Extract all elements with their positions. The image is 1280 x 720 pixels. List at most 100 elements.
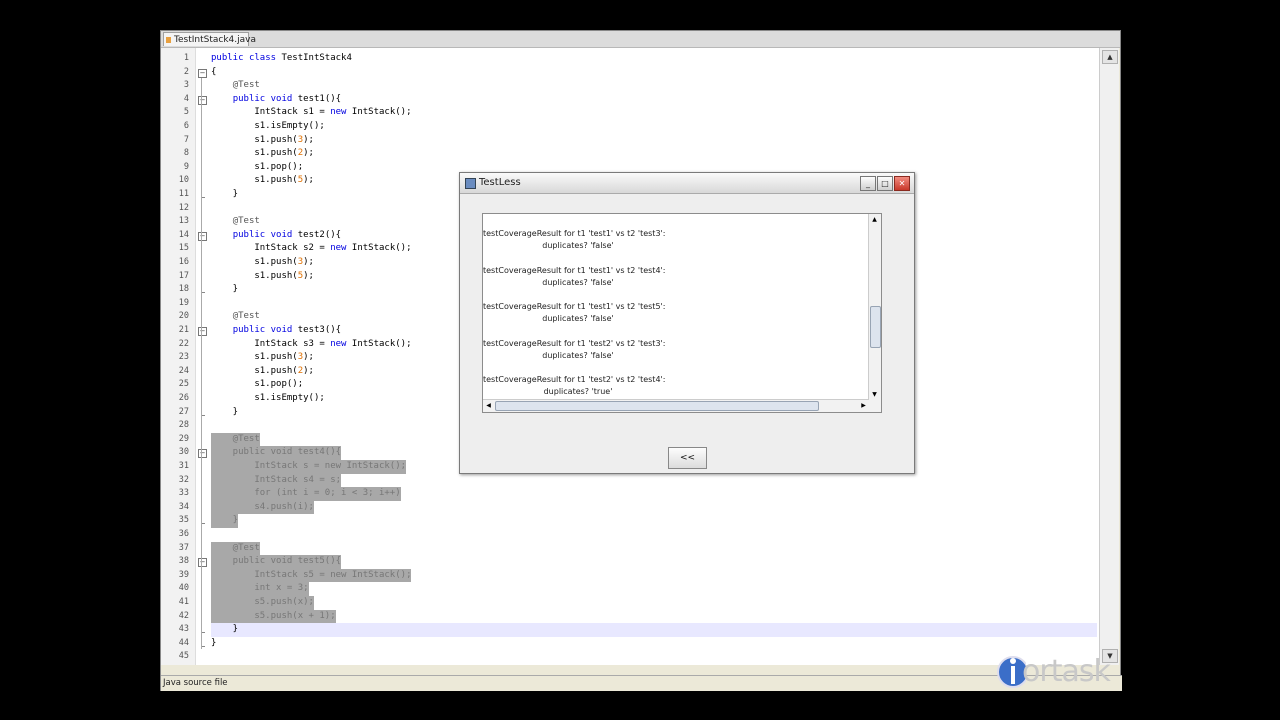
code-line[interactable]: for (int i = 0; i < 3; i++) xyxy=(211,487,401,501)
line-number: 1 xyxy=(183,53,189,63)
code-line[interactable]: s4.push(i); xyxy=(211,500,314,515)
code-line[interactable]: s1.push(2); xyxy=(211,365,314,379)
code-line[interactable]: IntStack s5 = new IntStack(); xyxy=(211,568,412,583)
line-number: 27 xyxy=(178,406,189,417)
result-duplicates-text: duplicates? 'true' xyxy=(543,387,613,396)
scroll-thumb[interactable] xyxy=(870,306,881,348)
code-line[interactable]: @Test xyxy=(211,79,260,93)
code-line[interactable]: s1.pop(); xyxy=(211,378,303,392)
line-number: 31 xyxy=(178,461,189,471)
code-line[interactable]: } xyxy=(211,283,238,297)
line-number: 39 xyxy=(178,569,189,580)
code-line[interactable]: s1.isEmpty(); xyxy=(211,392,324,406)
code-line[interactable]: IntStack s2 = new IntStack(); xyxy=(211,242,411,256)
code-line[interactable]: } xyxy=(211,406,238,420)
line-number: 30 xyxy=(178,447,189,458)
code-line[interactable]: s5.push(x); xyxy=(211,596,314,610)
result-comparison-text: testCoverageResult for t1 'test2' vs t2 … xyxy=(483,338,666,348)
results-pane[interactable]: testCoverageResult for t1 'test1' vs t2 … xyxy=(482,213,882,413)
result-entry: testCoverageResult for t1 'test2' vs t2 … xyxy=(483,374,673,398)
code-line[interactable]: s5.push(x + 1); xyxy=(211,609,336,624)
line-number: 26 xyxy=(178,393,189,403)
result-duplicates-text: duplicates? 'false' xyxy=(542,350,614,360)
line-number: 21 xyxy=(178,325,189,335)
line-number: 5 xyxy=(183,107,189,118)
line-number: 28 xyxy=(178,420,189,431)
line-number: 19 xyxy=(178,297,189,308)
code-line[interactable]: s1.push(3); xyxy=(211,351,314,365)
dialog-title-bar[interactable]: TestLess _ □ ✕ xyxy=(460,173,914,194)
line-number: 22 xyxy=(178,338,189,349)
code-line[interactable]: s1.push(2); xyxy=(211,147,314,161)
status-text: Java source file xyxy=(163,678,228,688)
code-line[interactable]: public void test3(){ xyxy=(211,324,341,338)
fold-toggle-icon[interactable]: − xyxy=(198,68,207,78)
close-icon[interactable]: ✕ xyxy=(894,176,910,191)
results-horizontal-scrollbar[interactable]: ◀ ▶ xyxy=(483,399,869,412)
code-line[interactable]: s1.push(5); xyxy=(211,270,314,284)
code-line[interactable]: public void test1(){ xyxy=(211,93,341,107)
code-line[interactable]: } xyxy=(211,188,238,202)
line-number: 45 xyxy=(178,651,189,662)
line-number: 15 xyxy=(178,243,189,254)
scroll-right-arrow-icon[interactable]: ▶ xyxy=(859,401,868,410)
fold-guide-line xyxy=(201,77,202,649)
code-line[interactable]: public class TestIntStack4 xyxy=(211,52,352,66)
fold-toggle-icon[interactable]: − xyxy=(198,558,207,568)
code-line[interactable]: public void test4(){ xyxy=(211,446,342,460)
code-line[interactable]: @Test xyxy=(211,215,260,229)
code-line[interactable]: } xyxy=(211,514,239,528)
code-line[interactable]: int x = 3; xyxy=(211,582,309,596)
fold-toggle-icon[interactable]: − xyxy=(198,327,207,336)
code-line[interactable]: IntStack s1 = new IntStack(); xyxy=(211,106,411,120)
fold-toggle-icon[interactable]: − xyxy=(198,449,207,459)
code-line[interactable]: IntStack s3 = new IntStack(); xyxy=(211,338,411,352)
line-number: 35 xyxy=(178,515,189,526)
code-line[interactable]: @Test xyxy=(211,310,260,324)
code-line[interactable]: } xyxy=(211,637,216,651)
code-line[interactable]: IntStack s4 = s; xyxy=(211,473,342,488)
line-number: 16 xyxy=(178,257,189,267)
result-duplicates-text: duplicates? 'false' xyxy=(542,314,614,323)
editor-tab[interactable]: TestIntStack4.java xyxy=(163,32,256,46)
scroll-left-arrow-icon[interactable]: ◀ xyxy=(484,401,493,410)
maximize-icon[interactable]: □ xyxy=(877,176,893,191)
back-button[interactable]: << xyxy=(668,447,707,469)
results-vertical-scrollbar[interactable]: ▲ ▼ xyxy=(868,214,881,412)
line-number: 12 xyxy=(178,202,189,213)
code-line[interactable]: @Test xyxy=(211,432,260,447)
fold-toggle-icon[interactable]: − xyxy=(198,95,207,105)
line-number: 11 xyxy=(178,189,189,199)
line-number: 43 xyxy=(178,624,189,635)
line-number: 10 xyxy=(178,175,189,186)
line-number: 24 xyxy=(178,365,189,376)
result-comparison-text: testCoverageResult for t1 'test1' vs t2 … xyxy=(483,302,666,311)
code-line[interactable]: @Test xyxy=(211,541,260,556)
code-line[interactable]: { xyxy=(211,66,216,80)
result-duplicates-text: duplicates? 'false' xyxy=(542,241,614,250)
code-line[interactable]: s1.push(3); xyxy=(211,256,314,270)
line-number: 13 xyxy=(178,216,189,227)
scroll-up-arrow-icon[interactable]: ▲ xyxy=(1102,50,1118,64)
code-line[interactable]: public void test5(){ xyxy=(211,555,342,569)
editor-vertical-scrollbar[interactable]: ▲ ▼ xyxy=(1099,48,1119,665)
code-line[interactable]: } xyxy=(211,623,238,637)
line-number: 33 xyxy=(178,488,189,499)
ortask-logo: ortask xyxy=(996,652,1120,692)
minimize-icon[interactable]: _ xyxy=(860,176,876,191)
code-line[interactable]: s1.push(5); xyxy=(211,174,314,188)
fold-toggle-icon[interactable]: − xyxy=(198,231,207,241)
result-comparison-text: testCoverageResult for t1 'test1' vs t2 … xyxy=(483,265,666,275)
horizontal-scroll-thumb[interactable] xyxy=(495,401,819,411)
line-number: 17 xyxy=(178,270,189,281)
code-line[interactable]: s1.pop(); xyxy=(211,161,303,175)
line-number: 20 xyxy=(178,311,189,322)
scroll-down-arrow-icon[interactable]: ▼ xyxy=(870,390,879,399)
code-line[interactable]: s1.isEmpty(); xyxy=(211,120,324,134)
scroll-up-arrow-icon[interactable]: ▲ xyxy=(870,215,879,224)
line-number: 25 xyxy=(178,379,189,390)
code-line[interactable]: public void test2(){ xyxy=(211,229,341,243)
code-line[interactable]: IntStack s = new IntStack(); xyxy=(211,460,407,474)
code-line[interactable]: s1.push(3); xyxy=(211,134,314,148)
line-number: 14 xyxy=(178,229,189,240)
